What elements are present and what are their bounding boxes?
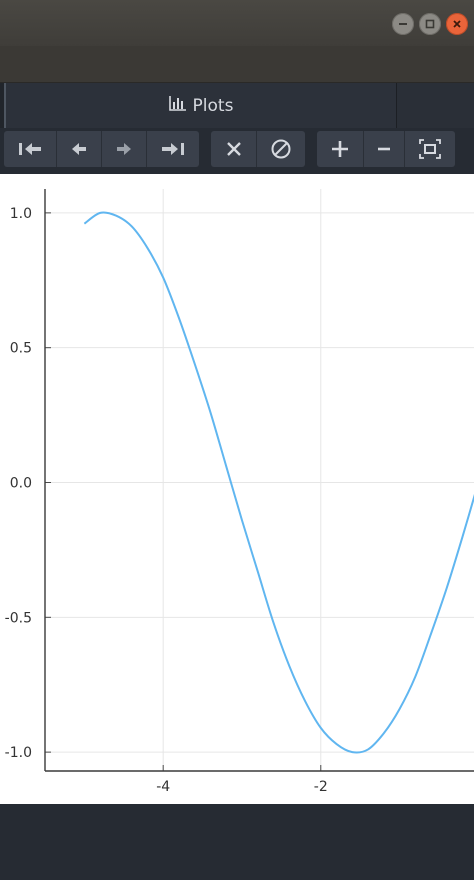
last-plot-button[interactable]: [147, 131, 199, 167]
window-controls: [392, 13, 468, 35]
x-tick-label: -4: [156, 779, 170, 795]
y-tick-label: -1.0: [5, 745, 32, 761]
x-tick-label: -2: [314, 779, 328, 795]
last-plot-icon: [162, 143, 184, 155]
next-plot-button[interactable]: [102, 131, 147, 167]
close-icon[interactable]: [446, 13, 468, 35]
menu-bar: [0, 46, 474, 83]
tab-bar: Plots: [0, 83, 474, 128]
minus-icon: [378, 147, 390, 151]
chart-axes: [44, 189, 474, 772]
zoom-group: [317, 131, 455, 167]
first-plot-button[interactable]: [4, 131, 57, 167]
tab-plots[interactable]: Plots: [4, 83, 396, 128]
minimize-icon[interactable]: [392, 13, 414, 35]
navigation-group: [4, 131, 199, 167]
y-tick-label: -0.5: [5, 610, 32, 626]
previous-plot-button[interactable]: [57, 131, 102, 167]
plots-toolbar: [0, 128, 474, 174]
arrow-left-icon: [72, 143, 86, 155]
delete-group: [211, 131, 305, 167]
fit-to-window-button[interactable]: [405, 131, 455, 167]
tab-bar-empty: [396, 83, 474, 128]
clear-plots-button[interactable]: [257, 131, 305, 167]
arrow-right-icon: [117, 143, 131, 155]
tick-labels: 1.0 0.5 0.0 -0.5 -1.0 -4 -2: [5, 206, 328, 795]
line-chart: 1.0 0.5 0.0 -0.5 -1.0 -4 -2: [5, 189, 474, 795]
first-plot-icon: [19, 143, 41, 155]
zoom-out-button[interactable]: [364, 131, 405, 167]
delete-plot-button[interactable]: [211, 131, 257, 167]
ban-icon: [271, 139, 291, 159]
plus-icon: [332, 141, 348, 157]
bar-chart-icon: [168, 95, 187, 116]
bottom-panel: [0, 804, 474, 880]
tab-plots-label: Plots: [192, 95, 234, 116]
y-tick-label: 0.5: [10, 341, 32, 357]
y-tick-label: 1.0: [10, 206, 32, 222]
chart-grid: [45, 189, 474, 771]
fit-window-icon: [419, 139, 441, 159]
maximize-icon[interactable]: [419, 13, 441, 35]
window-titlebar: [0, 0, 474, 46]
plot-viewer: 1.0 0.5 0.0 -0.5 -1.0 -4 -2: [0, 174, 474, 804]
y-tick-label: 0.0: [10, 476, 32, 492]
zoom-in-button[interactable]: [317, 131, 364, 167]
x-icon: [226, 142, 241, 156]
